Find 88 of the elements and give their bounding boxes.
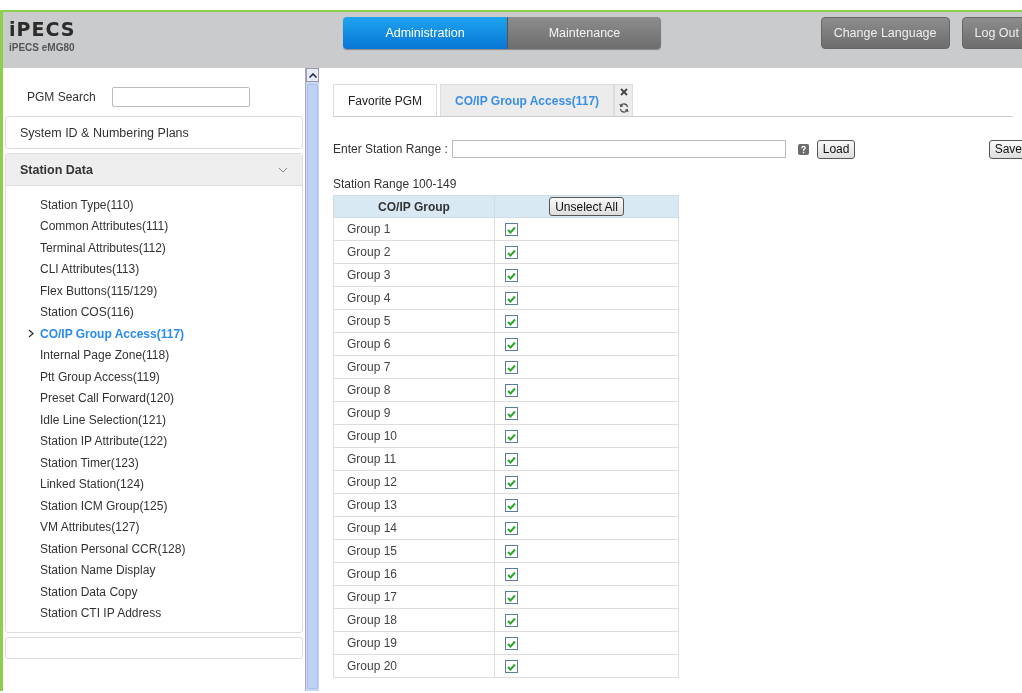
- checkbox[interactable]: [505, 338, 518, 352]
- caret-up-icon: [308, 72, 317, 78]
- menu-item[interactable]: Terminal Attributes(112): [6, 237, 302, 259]
- menu-item[interactable]: Station Type(110): [6, 194, 302, 216]
- table-cell: Group 16: [333, 562, 495, 586]
- checkbox[interactable]: [505, 614, 518, 628]
- table-cell: Group 5: [333, 309, 495, 333]
- menu-item[interactable]: Ptt Group Access(119): [6, 366, 302, 388]
- table-cell: Group 14: [333, 516, 495, 540]
- menu-item[interactable]: Station COS(116): [6, 301, 302, 323]
- range-label: Enter Station Range :: [333, 142, 448, 156]
- table-cell: Group 8: [333, 378, 495, 402]
- menu-item[interactable]: Station Name Display: [6, 559, 302, 581]
- checkbox[interactable]: [505, 568, 518, 582]
- table-cell: Group 17: [333, 585, 495, 609]
- tab[interactable]: Favorite PGM: [333, 84, 437, 116]
- checkbox[interactable]: [505, 407, 518, 421]
- checkbox[interactable]: [505, 361, 518, 375]
- checkbox[interactable]: [505, 269, 518, 283]
- menu-item[interactable]: Station Timer(123): [6, 452, 302, 474]
- menu-item[interactable]: Station IP Attribute(122): [6, 430, 302, 452]
- scrollbar[interactable]: [305, 68, 319, 691]
- section-title: Station Data: [20, 162, 93, 177]
- table-cell: Group 12: [333, 470, 495, 494]
- checkbox[interactable]: [505, 292, 518, 306]
- table-cell: Group 15: [333, 539, 495, 563]
- scroll-thumb[interactable]: [307, 84, 318, 689]
- log-out-button[interactable]: Log Out: [961, 17, 1022, 49]
- nav-tab[interactable]: Administration: [343, 17, 507, 49]
- range-caption: Station Range 100-149: [333, 177, 458, 193]
- logo: iPECS: [9, 18, 77, 40]
- refresh-icon[interactable]: [618, 102, 629, 113]
- table-cell: Group 2: [333, 240, 495, 264]
- table-cell: Group 20: [333, 654, 495, 678]
- menu-item[interactable]: Station CTI IP Address: [6, 602, 302, 624]
- checkbox[interactable]: [505, 223, 518, 237]
- close-icon[interactable]: [619, 88, 628, 97]
- column-header: CO/IP Group: [333, 195, 495, 218]
- section-header[interactable]: System ID & Numbering Plans: [6, 117, 302, 148]
- checkbox[interactable]: [505, 660, 518, 674]
- menu-item[interactable]: Flex Buttons(115/129): [6, 280, 302, 302]
- table-cell: Group 6: [333, 332, 495, 356]
- table-cell: Group 4: [333, 286, 495, 310]
- table-cell: Group 1: [333, 217, 495, 241]
- menu-item[interactable]: Internal Page Zone(118): [6, 344, 302, 366]
- table-cell: Group 19: [333, 631, 495, 655]
- chevron-right-icon: [28, 329, 34, 338]
- checkbox[interactable]: [505, 453, 518, 467]
- nav-tab[interactable]: Maintenance: [507, 17, 661, 49]
- menu-item[interactable]: VM Attributes(127): [6, 516, 302, 538]
- scroll-up-button[interactable]: [306, 68, 319, 82]
- checkbox[interactable]: [505, 522, 518, 536]
- menu-item[interactable]: Linked Station(124): [6, 473, 302, 495]
- menu-item[interactable]: Preset Call Forward(120): [6, 387, 302, 409]
- table-cell: Group 18: [333, 608, 495, 632]
- checkbox[interactable]: [505, 430, 518, 444]
- menu-item[interactable]: CLI Attributes(113): [6, 258, 302, 280]
- checkbox[interactable]: [505, 591, 518, 605]
- menu-item[interactable]: Common Attributes(111): [6, 215, 302, 237]
- load-button[interactable]: Load: [816, 139, 856, 159]
- checkbox[interactable]: [505, 384, 518, 398]
- checkbox[interactable]: [505, 246, 518, 260]
- product-model: iPECS eMG80: [9, 42, 76, 53]
- table-cell: Group 7: [333, 355, 495, 379]
- section-title: System ID & Numbering Plans: [20, 125, 189, 140]
- change-language-button[interactable]: Change Language: [820, 17, 950, 49]
- menu-item[interactable]: Idle Line Selection(121): [6, 409, 302, 431]
- station-range-field[interactable]: [451, 140, 786, 158]
- checkbox[interactable]: [505, 476, 518, 490]
- table-cell: Group 13: [333, 493, 495, 517]
- section-header[interactable]: Station Data: [6, 154, 302, 186]
- table-cell: Group 3: [333, 263, 495, 287]
- table-cell: Group 10: [333, 424, 495, 448]
- unselect-all-button[interactable]: Unselect All: [549, 197, 624, 216]
- search-field[interactable]: [111, 87, 250, 107]
- help-icon[interactable]: [797, 143, 809, 155]
- search-label: PGM Search: [27, 90, 96, 104]
- checkbox[interactable]: [505, 499, 518, 513]
- chevron-down-icon: [278, 166, 288, 173]
- save-button[interactable]: Save: [988, 139, 1022, 159]
- table-cell: Group 11: [333, 447, 495, 471]
- menu-item[interactable]: Station Personal CCR(128): [6, 538, 302, 560]
- menu-item[interactable]: Station Data Copy: [6, 581, 302, 603]
- checkbox[interactable]: [505, 637, 518, 651]
- menu-item[interactable]: Station ICM Group(125): [6, 495, 302, 517]
- table-cell: Group 9: [333, 401, 495, 425]
- checkbox[interactable]: [505, 545, 518, 559]
- checkbox[interactable]: [505, 315, 518, 329]
